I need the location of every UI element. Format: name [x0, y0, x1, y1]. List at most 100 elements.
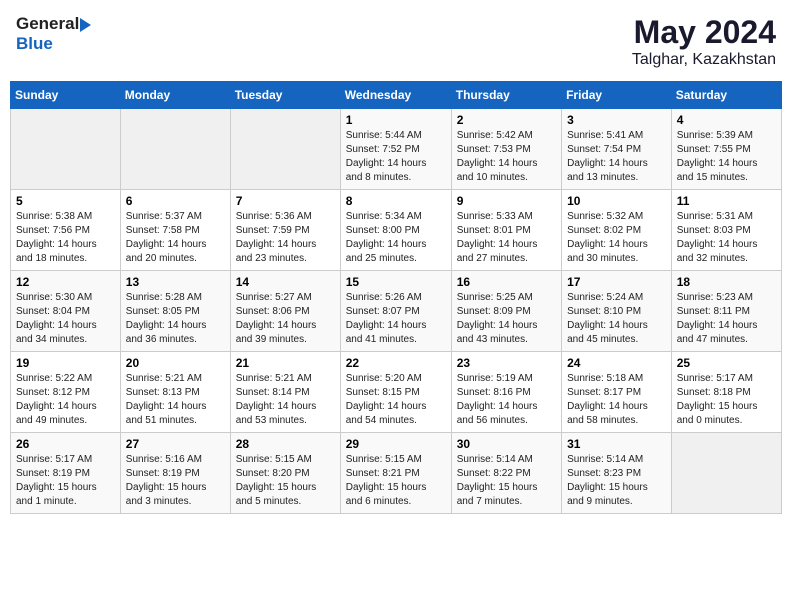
day-info: Sunrise: 5:15 AMSunset: 8:21 PMDaylight:… [346, 453, 446, 509]
day-info: Sunrise: 5:22 AMSunset: 8:12 PMDaylight:… [16, 372, 115, 428]
calendar-cell: 21 Sunrise: 5:21 AMSunset: 8:14 PMDayligh… [230, 352, 340, 433]
calendar-cell: 5 Sunrise: 5:38 AMSunset: 7:56 PMDaylight… [11, 190, 121, 271]
day-number: 15 [346, 275, 446, 289]
calendar-cell: 15 Sunrise: 5:26 AMSunset: 8:07 PMDayligh… [340, 271, 451, 352]
day-info: Sunrise: 5:44 AMSunset: 7:52 PMDaylight:… [346, 129, 446, 185]
day-info: Sunrise: 5:33 AMSunset: 8:01 PMDaylight:… [457, 210, 556, 266]
day-number: 11 [677, 194, 776, 208]
day-number: 12 [16, 275, 115, 289]
calendar-cell: 8Sunrise: 5:34 AMSunset: 8:00 PMDaylight… [340, 190, 451, 271]
calendar-cell: 18 Sunrise: 5:23 AMSunset: 8:11 PMDayligh… [671, 271, 781, 352]
day-number: 19 [16, 356, 115, 370]
day-number: 16 [457, 275, 556, 289]
day-info: Sunrise: 5:39 AMSunset: 7:55 PMDaylight:… [677, 129, 776, 185]
calendar-cell: 19 Sunrise: 5:22 AMSunset: 8:12 PMDayligh… [11, 352, 121, 433]
day-info: Sunrise: 5:14 AMSunset: 8:22 PMDaylight:… [457, 453, 556, 509]
calendar-cell: 24Sunrise: 5:18 AMSunset: 8:17 PMDayligh… [562, 352, 672, 433]
weekday-header: Tuesday [230, 82, 340, 109]
day-number: 4 [677, 113, 776, 127]
calendar-cell [120, 109, 230, 190]
calendar-cell: 23Sunrise: 5:19 AMSunset: 8:16 PMDayligh… [451, 352, 561, 433]
day-number: 22 [346, 356, 446, 370]
day-number: 18 [677, 275, 776, 289]
day-info: Sunrise: 5:16 AMSunset: 8:19 PMDaylight:… [126, 453, 225, 509]
day-info: Sunrise: 5:17 AMSunset: 8:18 PMDaylight:… [677, 372, 776, 428]
logo-general: General [16, 14, 79, 34]
day-info: Sunrise: 5:21 AMSunset: 8:13 PMDaylight:… [126, 372, 225, 428]
day-number: 21 [236, 356, 335, 370]
day-number: 6 [126, 194, 225, 208]
calendar-week-row: 5 Sunrise: 5:38 AMSunset: 7:56 PMDaylight… [11, 190, 782, 271]
weekday-header: Thursday [451, 82, 561, 109]
day-number: 17 [567, 275, 666, 289]
day-number: 10 [567, 194, 666, 208]
logo-blue: Blue [16, 34, 53, 53]
calendar-cell: 2 Sunrise: 5:42 AMSunset: 7:53 PMDaylight… [451, 109, 561, 190]
weekday-header: Sunday [11, 82, 121, 109]
calendar-cell: 4 Sunrise: 5:39 AMSunset: 7:55 PMDaylight… [671, 109, 781, 190]
weekday-header: Wednesday [340, 82, 451, 109]
calendar-cell [671, 433, 781, 514]
calendar-cell [11, 109, 121, 190]
calendar-cell: 30Sunrise: 5:14 AMSunset: 8:22 PMDayligh… [451, 433, 561, 514]
day-number: 5 [16, 194, 115, 208]
day-number: 8 [346, 194, 446, 208]
day-info: Sunrise: 5:14 AMSunset: 8:23 PMDaylight:… [567, 453, 666, 509]
day-number: 28 [236, 437, 335, 451]
day-number: 1 [346, 113, 446, 127]
calendar-cell: 17 Sunrise: 5:24 AMSunset: 8:10 PMDayligh… [562, 271, 672, 352]
day-info: Sunrise: 5:41 AMSunset: 7:54 PMDaylight:… [567, 129, 666, 185]
day-info: Sunrise: 5:26 AMSunset: 8:07 PMDaylight:… [346, 291, 446, 347]
calendar-cell: 29 Sunrise: 5:15 AMSunset: 8:21 PMDayligh… [340, 433, 451, 514]
day-number: 27 [126, 437, 225, 451]
calendar-cell: 26 Sunrise: 5:17 AMSunset: 8:19 PMDayligh… [11, 433, 121, 514]
day-number: 29 [346, 437, 446, 451]
calendar-cell: 3Sunrise: 5:41 AMSunset: 7:54 PMDaylight… [562, 109, 672, 190]
calendar-cell: 20 Sunrise: 5:21 AMSunset: 8:13 PMDayligh… [120, 352, 230, 433]
day-info: Sunrise: 5:24 AMSunset: 8:10 PMDaylight:… [567, 291, 666, 347]
calendar-cell: 27 Sunrise: 5:16 AMSunset: 8:19 PMDayligh… [120, 433, 230, 514]
calendar-cell: 25 Sunrise: 5:17 AMSunset: 8:18 PMDayligh… [671, 352, 781, 433]
calendar-cell: 28 Sunrise: 5:15 AMSunset: 8:20 PMDayligh… [230, 433, 340, 514]
day-info: Sunrise: 5:37 AMSunset: 7:58 PMDaylight:… [126, 210, 225, 266]
day-info: Sunrise: 5:30 AMSunset: 8:04 PMDaylight:… [16, 291, 115, 347]
day-info: Sunrise: 5:31 AMSunset: 8:03 PMDaylight:… [677, 210, 776, 266]
calendar-cell: 13Sunrise: 5:28 AMSunset: 8:05 PMDayligh… [120, 271, 230, 352]
calendar-header-row: SundayMondayTuesdayWednesdayThursdayFrid… [11, 82, 782, 109]
location-title: Talghar, Kazakhstan [632, 51, 776, 69]
day-number: 2 [457, 113, 556, 127]
calendar-week-row: 26 Sunrise: 5:17 AMSunset: 8:19 PMDayligh… [11, 433, 782, 514]
calendar-cell: 6 Sunrise: 5:37 AMSunset: 7:58 PMDaylight… [120, 190, 230, 271]
calendar-cell: 12 Sunrise: 5:30 AMSunset: 8:04 PMDayligh… [11, 271, 121, 352]
day-info: Sunrise: 5:36 AMSunset: 7:59 PMDaylight:… [236, 210, 335, 266]
day-info: Sunrise: 5:19 AMSunset: 8:16 PMDaylight:… [457, 372, 556, 428]
day-info: Sunrise: 5:20 AMSunset: 8:15 PMDaylight:… [346, 372, 446, 428]
day-info: Sunrise: 5:42 AMSunset: 7:53 PMDaylight:… [457, 129, 556, 185]
day-info: Sunrise: 5:25 AMSunset: 8:09 PMDaylight:… [457, 291, 556, 347]
weekday-header: Saturday [671, 82, 781, 109]
calendar-cell: 11 Sunrise: 5:31 AMSunset: 8:03 PMDayligh… [671, 190, 781, 271]
calendar-cell: 7 Sunrise: 5:36 AMSunset: 7:59 PMDaylight… [230, 190, 340, 271]
logo-arrow-icon [80, 18, 91, 32]
day-info: Sunrise: 5:21 AMSunset: 8:14 PMDaylight:… [236, 372, 335, 428]
day-number: 25 [677, 356, 776, 370]
calendar-week-row: 19 Sunrise: 5:22 AMSunset: 8:12 PMDayligh… [11, 352, 782, 433]
weekday-header: Monday [120, 82, 230, 109]
calendar-cell: 14Sunrise: 5:27 AMSunset: 8:06 PMDayligh… [230, 271, 340, 352]
calendar-cell: 10 Sunrise: 5:32 AMSunset: 8:02 PMDayligh… [562, 190, 672, 271]
day-number: 26 [16, 437, 115, 451]
calendar-week-row: 12 Sunrise: 5:30 AMSunset: 8:04 PMDayligh… [11, 271, 782, 352]
day-info: Sunrise: 5:17 AMSunset: 8:19 PMDaylight:… [16, 453, 115, 509]
page-header: General Blue May 2024 Talghar, Kazakhsta… [10, 10, 782, 73]
day-info: Sunrise: 5:32 AMSunset: 8:02 PMDaylight:… [567, 210, 666, 266]
title-area: May 2024 Talghar, Kazakhstan [632, 14, 776, 69]
day-info: Sunrise: 5:38 AMSunset: 7:56 PMDaylight:… [16, 210, 115, 266]
day-number: 20 [126, 356, 225, 370]
day-info: Sunrise: 5:15 AMSunset: 8:20 PMDaylight:… [236, 453, 335, 509]
day-number: 7 [236, 194, 335, 208]
calendar-cell: 1 Sunrise: 5:44 AMSunset: 7:52 PMDaylight… [340, 109, 451, 190]
day-info: Sunrise: 5:23 AMSunset: 8:11 PMDaylight:… [677, 291, 776, 347]
month-year-title: May 2024 [632, 14, 776, 51]
calendar-cell: 31Sunrise: 5:14 AMSunset: 8:23 PMDayligh… [562, 433, 672, 514]
day-number: 14 [236, 275, 335, 289]
